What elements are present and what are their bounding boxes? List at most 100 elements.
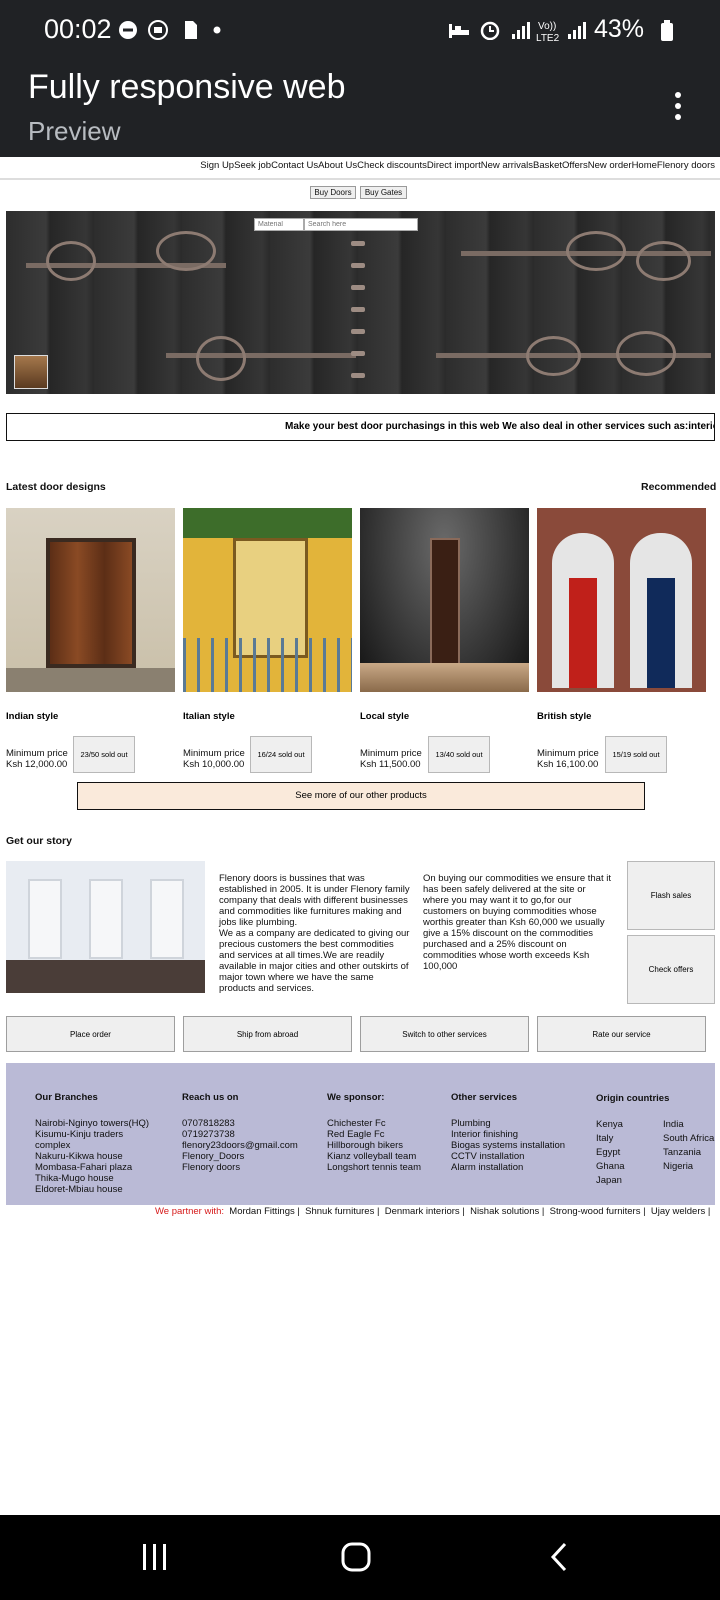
price-label: Minimum price: [537, 748, 599, 759]
footer-branches-title: Our Branches: [35, 1092, 98, 1103]
product-title-british: British style: [537, 711, 592, 722]
country-item: India: [663, 1119, 684, 1130]
battery-percent: 43%: [594, 15, 645, 43]
service-item: Alarm installation: [451, 1162, 524, 1173]
service-item: Interior finishing: [451, 1129, 519, 1140]
story-paragraph-1b: We as a company are dedicated to giving …: [219, 928, 410, 994]
nav-link-seek-job[interactable]: Seek job: [234, 160, 271, 171]
story-paragraph-2: On buying our commodities we ensure that…: [423, 873, 611, 972]
swirl-5: [196, 336, 246, 381]
place-order-button[interactable]: Place order: [6, 1016, 175, 1052]
switch-services-button[interactable]: Switch to other services: [360, 1016, 529, 1052]
stud: [351, 329, 365, 334]
story-image: [6, 861, 205, 993]
nav-link-check-discounts[interactable]: Check discounts: [357, 160, 427, 171]
partner-link[interactable]: Shnuk furnitures |: [305, 1206, 379, 1217]
search-input[interactable]: [304, 218, 418, 231]
nav-link-flenory-doors[interactable]: Flenory doors: [657, 160, 715, 171]
product-image-indian[interactable]: [6, 508, 175, 692]
system-nav-bar: [0, 1515, 720, 1600]
footer-reach-title: Reach us on: [182, 1092, 239, 1103]
sponsor-item: Red Eagle Fc: [327, 1129, 385, 1140]
country-item: Kenya: [596, 1119, 623, 1130]
svg-text:LTE2: LTE2: [536, 33, 560, 44]
check-offers-button[interactable]: Check offers: [627, 935, 715, 1004]
nav-link-direct-import[interactable]: Direct import: [427, 160, 481, 171]
stud: [351, 285, 365, 290]
nav-link-about-us[interactable]: About Us: [318, 160, 357, 171]
country-item: Japan: [596, 1175, 622, 1186]
ship-from-abroad-button[interactable]: Ship from abroad: [183, 1016, 352, 1052]
sold-out-button-british[interactable]: 15/19 sold out: [605, 736, 667, 773]
sold-out-button-local[interactable]: 13/40 sold out: [428, 736, 490, 773]
price-value: Ksh 11,500.00: [360, 759, 421, 770]
country-item: Nigeria: [663, 1161, 694, 1172]
nav-link-offers[interactable]: Offers: [562, 160, 588, 171]
branch-item: Kisumu-Kinju traders complex: [35, 1129, 124, 1151]
stud: [351, 373, 365, 378]
back-icon[interactable]: [548, 1541, 570, 1573]
branch-item: Thika-Mugo house: [35, 1173, 114, 1184]
thumbnail-image[interactable]: [14, 355, 48, 389]
branch-item: Nairobi-Nginyo towers(HQ): [35, 1118, 150, 1129]
swirl-1: [46, 241, 96, 281]
swirl-6: [526, 336, 581, 376]
country-item: Ghana: [596, 1161, 625, 1172]
latest-designs-heading: Latest door designs: [6, 481, 106, 493]
service-item: Biogas systems installation: [451, 1140, 566, 1151]
product-title-italian: Italian style: [183, 711, 235, 722]
sponsor-item: Chichester Fc: [327, 1118, 386, 1129]
nav-link-home[interactable]: Home: [632, 160, 657, 171]
nav-link-contact-us[interactable]: Contact Us: [271, 160, 318, 171]
buy-gates-button[interactable]: Buy Gates: [360, 186, 407, 199]
country-item: Egypt: [596, 1147, 621, 1158]
swirl-3: [566, 231, 626, 271]
status-time: 00:02: [44, 14, 112, 44]
rate-service-button[interactable]: Rate our service: [537, 1016, 706, 1052]
partner-link[interactable]: Nishak solutions |: [470, 1206, 544, 1217]
contact-email[interactable]: flenory23doors@gmail.com: [182, 1140, 312, 1151]
product-image-italian[interactable]: [183, 508, 352, 692]
nav-link-new-arrivals[interactable]: New arrivals: [481, 160, 533, 171]
partners-label: We partner with:: [155, 1206, 224, 1217]
contact-phone[interactable]: 0707818283: [182, 1118, 312, 1129]
partner-link[interactable]: Denmark interiors |: [385, 1206, 465, 1217]
sponsor-item: Longshort tennis team: [327, 1162, 422, 1173]
product-image-british[interactable]: [537, 508, 706, 692]
recommended-heading[interactable]: Recommended: [641, 481, 716, 493]
footer-reach: Reach us on 0707818283 0719273738 flenor…: [182, 1092, 312, 1173]
swirl-7: [616, 331, 676, 376]
partner-link[interactable]: Ujay welders |: [651, 1206, 711, 1217]
service-item: CCTV installation: [451, 1151, 525, 1162]
product-price-british: Minimum price Ksh 16,100.00: [537, 748, 599, 770]
sold-out-button-indian[interactable]: 23/50 sold out: [73, 736, 135, 773]
contact-phone[interactable]: 0719273738: [182, 1129, 312, 1140]
recent-apps-icon[interactable]: [140, 1542, 170, 1572]
contact-social[interactable]: Flenory_Doors: [182, 1151, 312, 1162]
footer-countries-title: Origin countries: [596, 1093, 670, 1104]
nav-link-new-order[interactable]: New order: [588, 160, 632, 171]
country-item: Tanzania: [663, 1147, 702, 1158]
material-input[interactable]: [254, 218, 304, 231]
nav-link-sign-up[interactable]: Sign Up: [200, 160, 234, 171]
product-title-indian: Indian style: [6, 711, 59, 722]
partner-link[interactable]: Mordan Fittings |: [229, 1206, 300, 1217]
stud: [351, 307, 365, 312]
branch-item: Mombasa-Fahari plaza: [35, 1162, 133, 1173]
partner-link[interactable]: Strong-wood furniters |: [550, 1206, 646, 1217]
stud: [351, 263, 365, 268]
story-paragraph-1: Flenory doors is bussines that was estab…: [219, 873, 412, 994]
product-image-local[interactable]: [360, 508, 529, 692]
nav-link-basket[interactable]: Basket: [533, 160, 562, 171]
flash-sales-button[interactable]: Flash sales: [627, 861, 715, 930]
see-more-button[interactable]: See more of our other products: [77, 782, 645, 810]
footer-sponsor: We sponsor: Chichester Fc Red Eagle Fc H…: [327, 1092, 442, 1173]
swirl-2: [156, 231, 216, 271]
sd-card-icon: [185, 21, 197, 39]
sponsor-item: Kianz volleyball team: [327, 1151, 417, 1162]
home-icon[interactable]: [340, 1541, 372, 1573]
contact-social[interactable]: Flenory doors: [182, 1162, 312, 1173]
overflow-menu-icon[interactable]: [675, 92, 683, 124]
sold-out-button-italian[interactable]: 16/24 sold out: [250, 736, 312, 773]
buy-doors-button[interactable]: Buy Doors: [310, 186, 356, 199]
